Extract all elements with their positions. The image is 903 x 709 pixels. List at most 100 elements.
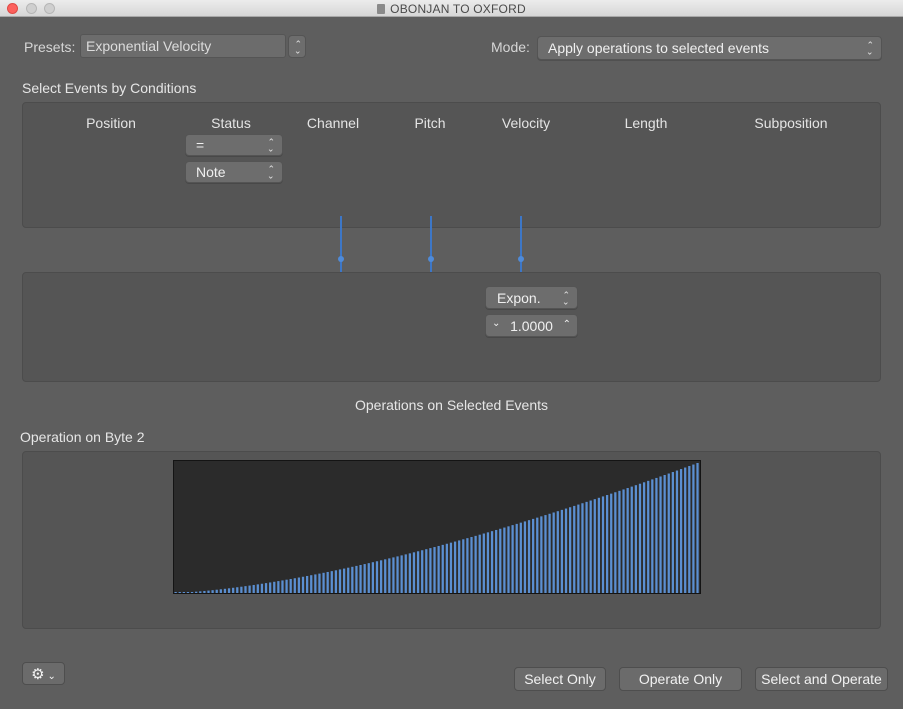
curve-bar (659, 476, 662, 593)
curve-bar (190, 592, 194, 593)
curve-bar (371, 562, 375, 593)
select-only-button[interactable]: Select Only (514, 667, 606, 691)
presets-stepper[interactable]: ⌃ ⌃ (288, 35, 306, 58)
decrement-icon[interactable]: ⌄ (492, 318, 500, 329)
curve-bar (679, 469, 683, 593)
status-operator-value: = (196, 137, 205, 153)
curve-bar (593, 499, 596, 593)
curve-bar (342, 568, 346, 593)
curve-bar (256, 584, 259, 593)
curve-bar (260, 583, 264, 593)
curve-bar (647, 480, 650, 593)
curve-bar (581, 503, 584, 593)
column-subposition: Subposition (754, 115, 828, 131)
curve-bar (289, 578, 292, 593)
status-value: Note (196, 164, 226, 180)
curve-bar (269, 582, 272, 593)
curve-bar (330, 571, 333, 593)
curve-bar (215, 589, 218, 593)
curve-bar (564, 508, 568, 593)
presets-field[interactable]: Exponential Velocity (80, 34, 286, 58)
velocity-connector (520, 216, 522, 280)
increment-icon[interactable]: ⌃ (563, 319, 571, 330)
status-operator-popup[interactable]: = ⌃ ⌃ (185, 134, 283, 156)
curve-bar (462, 539, 465, 593)
curve-bar (437, 545, 440, 593)
curve-bar (626, 488, 629, 593)
curve-bar (585, 501, 588, 593)
curve-bar (445, 543, 448, 593)
select-and-operate-button[interactable]: Select and Operate (755, 667, 888, 691)
curve-bar (227, 588, 231, 593)
operate-only-button[interactable]: Operate Only (619, 667, 742, 691)
curve-bar (367, 563, 370, 593)
curve-bar (384, 559, 387, 593)
chevron-down-icon: ⌄ (47, 671, 56, 682)
conditions-title: Select Events by Conditions (22, 80, 197, 96)
curve-bar (663, 475, 666, 593)
curve-bar (408, 553, 411, 593)
velocity-curve-graph[interactable] (173, 460, 701, 594)
curve-bar (552, 512, 555, 593)
curve-bar (573, 505, 576, 593)
column-channel: Channel (306, 115, 360, 131)
curve-bar (277, 581, 280, 593)
curve-bar (519, 522, 522, 593)
curve-bar (597, 497, 601, 593)
status-value-popup[interactable]: Note ⌃ ⌃ (185, 161, 283, 183)
settings-menu-button[interactable]: ⚙ ⌄ (22, 662, 65, 685)
curve-bar (532, 518, 535, 593)
curve-bar (293, 578, 296, 593)
curve-bar (671, 472, 674, 593)
curve-bar (470, 537, 473, 593)
curve-bar (577, 504, 580, 593)
curve-bar (285, 579, 288, 593)
velocity-operation-popup[interactable]: Expon. ⌃ ⌃ (485, 286, 578, 309)
mode-popup[interactable]: Apply operations to selected events ⌃ ⌃ (537, 36, 882, 60)
curve-bar (589, 500, 592, 593)
curve-bar (248, 585, 251, 593)
chevron-updown-icon: ⌃ ⌃ (562, 289, 570, 306)
window-title-wrap: OBONJAN TO OXFORD (0, 2, 903, 16)
curve-bar (223, 588, 227, 593)
curve-bar (379, 560, 383, 593)
curve-bar (630, 486, 633, 593)
curve-bar (499, 528, 502, 593)
curve-bar (569, 507, 572, 593)
curve-bar (634, 485, 638, 593)
document-icon (377, 4, 386, 14)
curve-bar (174, 592, 177, 593)
curve-bar (338, 569, 342, 593)
curve-bar (688, 466, 691, 593)
curve-bar (556, 511, 559, 593)
curve-bar (474, 535, 477, 593)
curve-bar (199, 591, 202, 593)
curve-bar (203, 590, 206, 593)
curve-bar (478, 534, 481, 593)
curve-bar (515, 523, 518, 593)
velocity-value[interactable]: 1.0000 (510, 318, 553, 334)
curve-bar (449, 542, 453, 593)
curve-bar (219, 589, 222, 593)
curve-bar (355, 565, 358, 593)
curve-bar (675, 470, 679, 593)
curve-bar (466, 538, 469, 593)
pitch-connector-dot (428, 256, 434, 262)
curve-bar (375, 561, 379, 593)
velocity-value-stepper[interactable]: ⌄ 1.0000 ⌃ (485, 314, 578, 337)
curve-bar (396, 556, 399, 593)
column-status: Status (211, 115, 251, 131)
curve-bar (692, 464, 695, 593)
curve-bar (495, 529, 498, 593)
curve-bar (273, 581, 276, 593)
column-length: Length (624, 115, 668, 131)
curve-bar (359, 564, 362, 593)
curve-bar (684, 467, 687, 593)
curve-bar (236, 587, 239, 593)
curve-bar (667, 473, 670, 593)
curve-bar (412, 552, 416, 593)
curve-bar (696, 463, 699, 593)
curve-bar (511, 525, 514, 593)
velocity-curve-svg (174, 463, 699, 593)
curve-bar (536, 517, 539, 593)
